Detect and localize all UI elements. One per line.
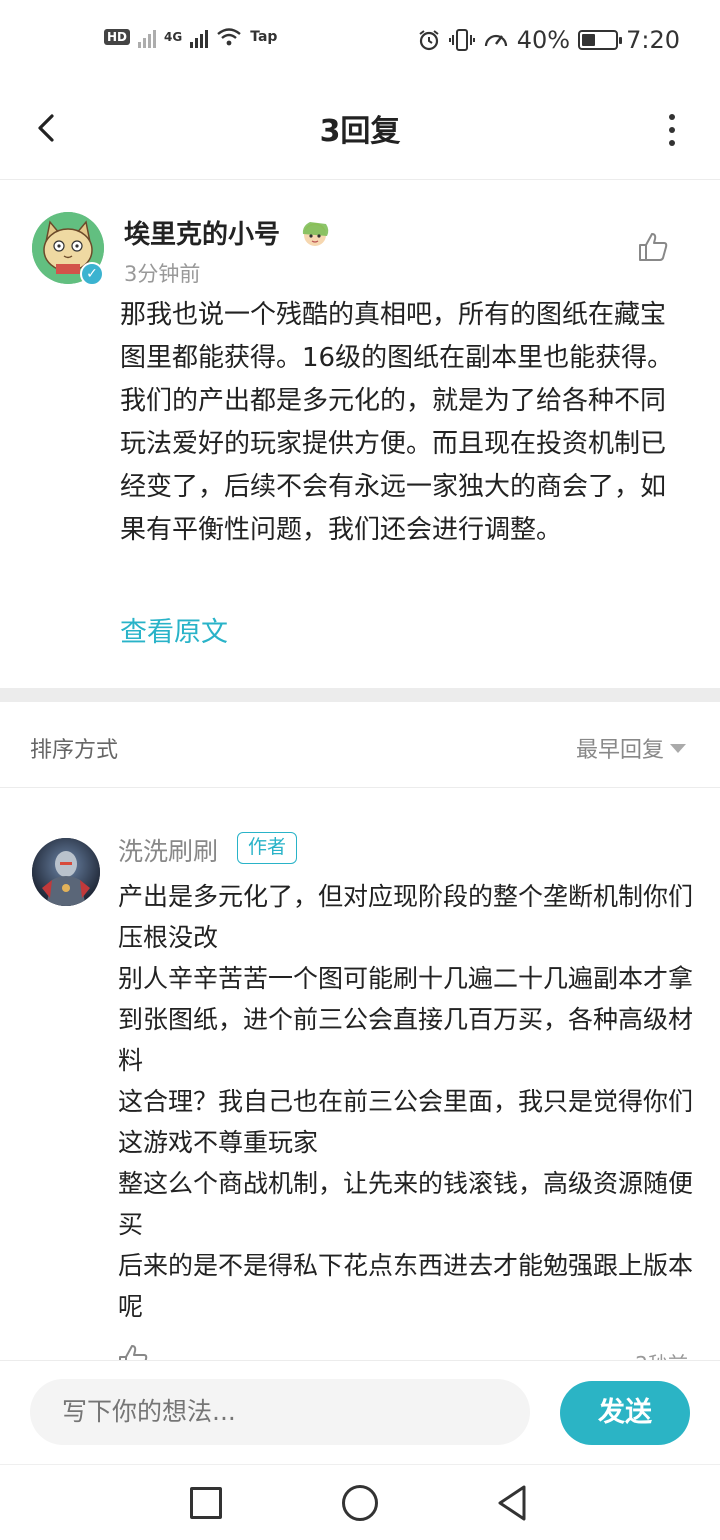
reply-body-text: 产出是多元化了，但对应现阶段的整个垄断机制你们压根没改 别人辛辛苦苦一个图可能刷…	[118, 876, 694, 1327]
battery-fill	[582, 34, 596, 46]
comment-composer: 发送	[0, 1360, 720, 1464]
reply-line: 别人辛辛苦苦一个图可能刷十几遍二十几遍副本才拿到张图纸，进个前三公会直接几百万买…	[118, 964, 694, 1075]
back-triangle-icon[interactable]	[494, 1483, 530, 1523]
vibrate-icon	[448, 29, 475, 51]
battery-percent: 40%	[516, 26, 571, 54]
view-original-link[interactable]: 查看原文	[120, 610, 228, 649]
home-icon[interactable]	[342, 1485, 378, 1521]
system-nav-bar	[0, 1464, 720, 1540]
status-left-icons: HD 4G Tap	[104, 26, 277, 48]
section-divider	[0, 688, 720, 702]
robot-warrior-icon	[32, 838, 100, 906]
page-title: 3回复	[319, 114, 401, 149]
reply-line: 这合理？我自己也在前三公会里面，我只是觉得你们这游戏不尊重玩家	[118, 1087, 694, 1157]
network-type-icon: 4G	[164, 30, 183, 44]
clock: 7:20	[626, 26, 680, 54]
original-post: ✓ 埃里克的小号 3分钟前 那我也说一个残酷的真相吧，所有的图纸在藏宝图里都能获…	[0, 180, 720, 688]
verified-badge-icon: ✓	[80, 262, 104, 286]
signal-icon-2	[190, 26, 209, 48]
speed-icon	[484, 34, 507, 47]
status-bar: HD 4G Tap 40% 7:20	[0, 0, 720, 84]
post-timestamp: 3分钟前	[124, 262, 201, 286]
top-app-bar: 3回复	[0, 84, 720, 180]
reply-item: 洗洗刷刷 作者 产出是多元化了，但对应现阶段的整个垄断机制你们压根没改 别人辛辛…	[0, 788, 720, 1360]
reply-line: 整这么个商战机制，让先来的钱滚钱，高级资源随便买	[118, 1169, 694, 1239]
character-emoji-icon	[302, 222, 329, 246]
reply-author-name[interactable]: 洗洗刷刷	[118, 832, 218, 868]
send-button[interactable]: 发送	[560, 1381, 690, 1445]
signal-icon-1	[138, 26, 157, 48]
hd-icon: HD	[104, 29, 131, 45]
post-body-text: 那我也说一个残酷的真相吧，所有的图纸在藏宝图里都能获得。16级的图纸在副本里也能…	[120, 300, 674, 545]
tap-icon: Tap	[250, 29, 278, 45]
reply-avatar[interactable]	[32, 838, 100, 906]
sort-label: 排序方式	[30, 738, 119, 763]
sort-dropdown[interactable]: 最早回复	[576, 732, 664, 764]
caret-down-icon[interactable]	[670, 744, 686, 753]
reply-line: 产出是多元化了，但对应现阶段的整个垄断机制你们压根没改	[118, 882, 694, 952]
comment-input[interactable]	[30, 1379, 530, 1445]
reply-line: 后来的是不是得私下花点东西进去才能勉强跟上版本呢	[118, 1251, 694, 1321]
wifi-icon	[217, 28, 241, 46]
reply-timestamp: 2秒前	[635, 1348, 688, 1360]
more-options-icon[interactable]	[664, 110, 680, 150]
author-badge: 作者	[237, 832, 298, 864]
thumbs-up-icon[interactable]	[636, 230, 670, 264]
recents-icon[interactable]	[190, 1487, 222, 1519]
battery-icon	[578, 30, 623, 50]
status-right-icons: 40% 7:20	[417, 26, 680, 54]
post-author-name[interactable]: 埃里克的小号	[124, 214, 280, 251]
thumbs-up-icon[interactable]	[116, 1342, 150, 1360]
sort-bar: 排序方式 最早回复	[0, 702, 720, 788]
alarm-icon	[419, 30, 439, 51]
